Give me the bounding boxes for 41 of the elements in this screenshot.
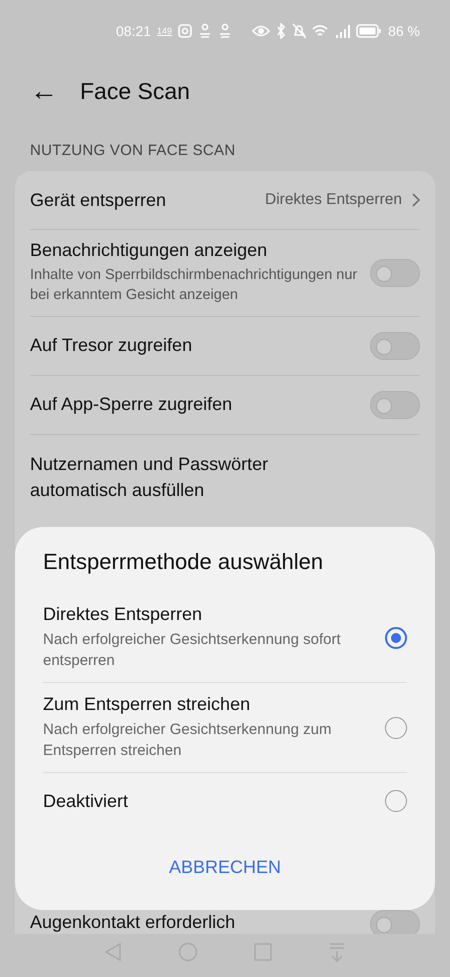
radio-button[interactable]	[385, 716, 407, 738]
bell-off-icon	[292, 23, 306, 39]
radio-button[interactable]	[385, 790, 407, 812]
toggle-switch[interactable]	[370, 910, 420, 934]
back-nav-icon[interactable]	[104, 942, 122, 962]
setting-label: Benachrichtigungen anzeigen	[30, 240, 268, 261]
setting-value[interactable]: Direktes Entsperren	[265, 191, 402, 209]
signal-icon	[334, 23, 350, 39]
toggle-switch[interactable]	[370, 258, 420, 287]
radio-button[interactable]	[385, 626, 407, 648]
camera-icon	[178, 23, 192, 39]
toggle-switch[interactable]	[370, 332, 420, 360]
notification-count: 149	[157, 26, 172, 36]
setting-label: Auf Tresor zugreifen	[30, 335, 194, 356]
recents-nav-icon[interactable]	[254, 943, 272, 961]
option-description: Nach erfolgreicher Gesichtserkennung zum Entsperren streichen	[43, 720, 332, 761]
setting-label[interactable]: Gerät entsperren	[30, 190, 256, 210]
setting-label: Nutzernamen und Passwörter automatisch ausfüllen	[30, 452, 270, 502]
option-label[interactable]: Direktes Entsperren	[43, 604, 353, 625]
bluetooth-icon	[276, 23, 286, 39]
setting-label: Augenkontakt erforderlich	[30, 911, 236, 934]
battery-icon	[356, 23, 382, 39]
section-title: NUTZUNG VON FACE SCAN	[29, 141, 236, 161]
battery-percentage: 86 %	[388, 23, 420, 39]
page-title: Face Scan	[80, 78, 190, 104]
chevron-icon	[412, 193, 420, 207]
setting-description: Inhalte von Sperrbildschirmbenachrichtigungen nur bei erkanntem Gesicht anzeigen	[30, 266, 358, 306]
person-icon	[198, 23, 212, 39]
cancel-button[interactable]: ABBRECHEN	[158, 851, 292, 884]
clock: 08:21	[116, 23, 152, 39]
person-icon	[218, 23, 232, 39]
toggle-switch[interactable]	[370, 390, 420, 419]
home-nav-icon[interactable]	[178, 942, 198, 962]
option-description: Nach erfolgreicher Gesichtserkennung sofort entsperren	[43, 630, 342, 671]
eye-icon	[252, 23, 270, 39]
back-button[interactable]: ←	[30, 77, 58, 105]
option-label[interactable]: Zum Entsperren streichen	[43, 694, 353, 715]
option-label[interactable]: Deaktiviert	[43, 790, 353, 812]
setting-label: Auf App-Sperre zugreifen	[30, 394, 234, 416]
notification-panel-icon[interactable]	[328, 942, 346, 962]
dialog-title: Entsperrmethode auswählen	[43, 549, 324, 575]
